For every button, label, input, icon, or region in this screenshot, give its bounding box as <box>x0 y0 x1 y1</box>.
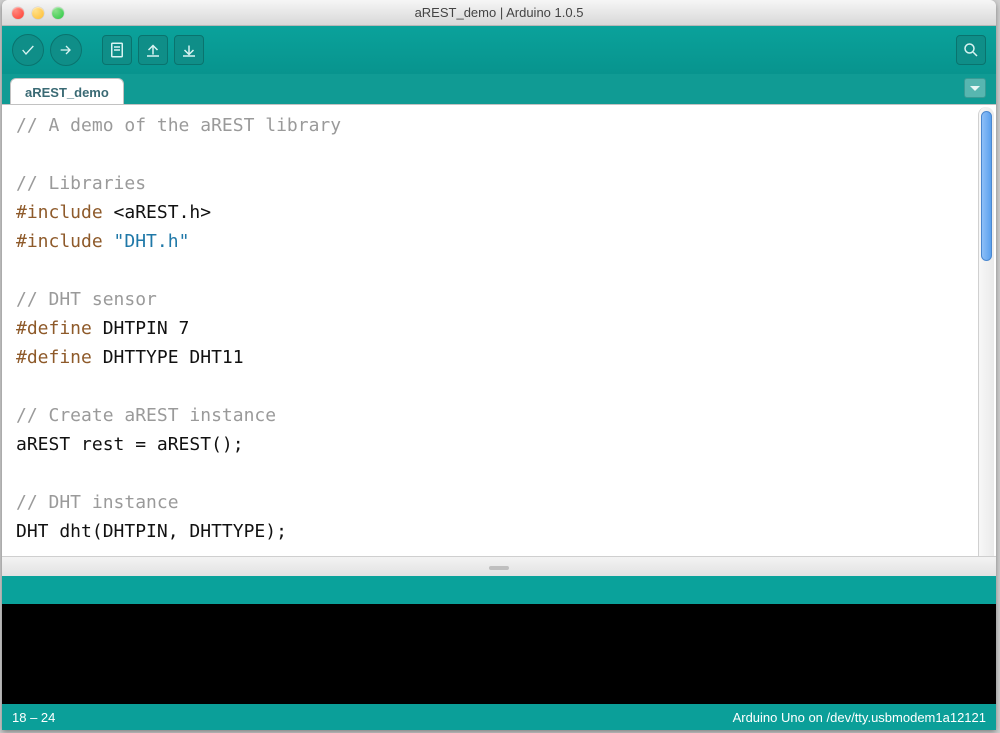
code-line: aREST rest = aREST(); <box>16 434 244 455</box>
code-token: #define <box>16 318 92 339</box>
upload-button[interactable] <box>50 34 82 66</box>
status-board-port: Arduino Uno on /dev/tty.usbmodem1a12121 <box>733 710 986 725</box>
code-editor[interactable]: // A demo of the aREST library // Librar… <box>2 105 996 556</box>
code-line: // A demo of the aREST library <box>16 115 341 136</box>
code-token: #include <box>16 202 114 223</box>
save-button[interactable] <box>174 35 204 65</box>
new-button[interactable] <box>102 35 132 65</box>
tab-sketch[interactable]: aREST_demo <box>10 78 124 104</box>
code-token: "DHT.h" <box>114 231 190 252</box>
arrow-down-icon <box>180 41 198 59</box>
check-icon <box>20 42 36 58</box>
code-line: // Libraries <box>16 173 146 194</box>
arrow-right-icon <box>58 42 74 58</box>
code-line: DHT dht(DHTPIN, DHTTYPE); <box>16 521 287 542</box>
code-token: <aREST.h> <box>114 202 212 223</box>
vertical-scrollbar[interactable] <box>978 107 994 574</box>
tab-menu-button[interactable] <box>964 78 986 98</box>
window-title: aREST_demo | Arduino 1.0.5 <box>2 5 996 20</box>
code-line: // DHT sensor <box>16 289 157 310</box>
titlebar[interactable]: aREST_demo | Arduino 1.0.5 <box>2 0 996 26</box>
open-button[interactable] <box>138 35 168 65</box>
code-line: // Create aREST instance <box>16 405 276 426</box>
verify-button[interactable] <box>12 34 44 66</box>
editor-area: // A demo of the aREST library // Librar… <box>2 104 996 576</box>
tabbar: aREST_demo <box>2 74 996 104</box>
serial-monitor-button[interactable] <box>956 35 986 65</box>
file-icon <box>108 41 126 59</box>
statusbar: 18 – 24 Arduino Uno on /dev/tty.usbmodem… <box>2 704 996 730</box>
toolbar <box>2 26 996 74</box>
console-output[interactable] <box>2 604 996 704</box>
code-line: // DHT instance <box>16 492 179 513</box>
scrollbar-thumb[interactable] <box>981 111 992 261</box>
code-token: DHTTYPE DHT11 <box>92 347 244 368</box>
code-token: #define <box>16 347 92 368</box>
magnifier-icon <box>962 41 980 59</box>
code-token: #include <box>16 231 114 252</box>
horizontal-scrollbar[interactable] <box>2 556 996 576</box>
message-bar <box>2 576 996 604</box>
status-line-number: 18 – 24 <box>12 710 55 725</box>
code-token: DHTPIN 7 <box>92 318 190 339</box>
resize-handle-icon[interactable] <box>489 566 509 570</box>
arduino-window: aREST_demo | Arduino 1.0.5 aREST_demo //… <box>2 0 996 730</box>
arrow-up-icon <box>144 41 162 59</box>
